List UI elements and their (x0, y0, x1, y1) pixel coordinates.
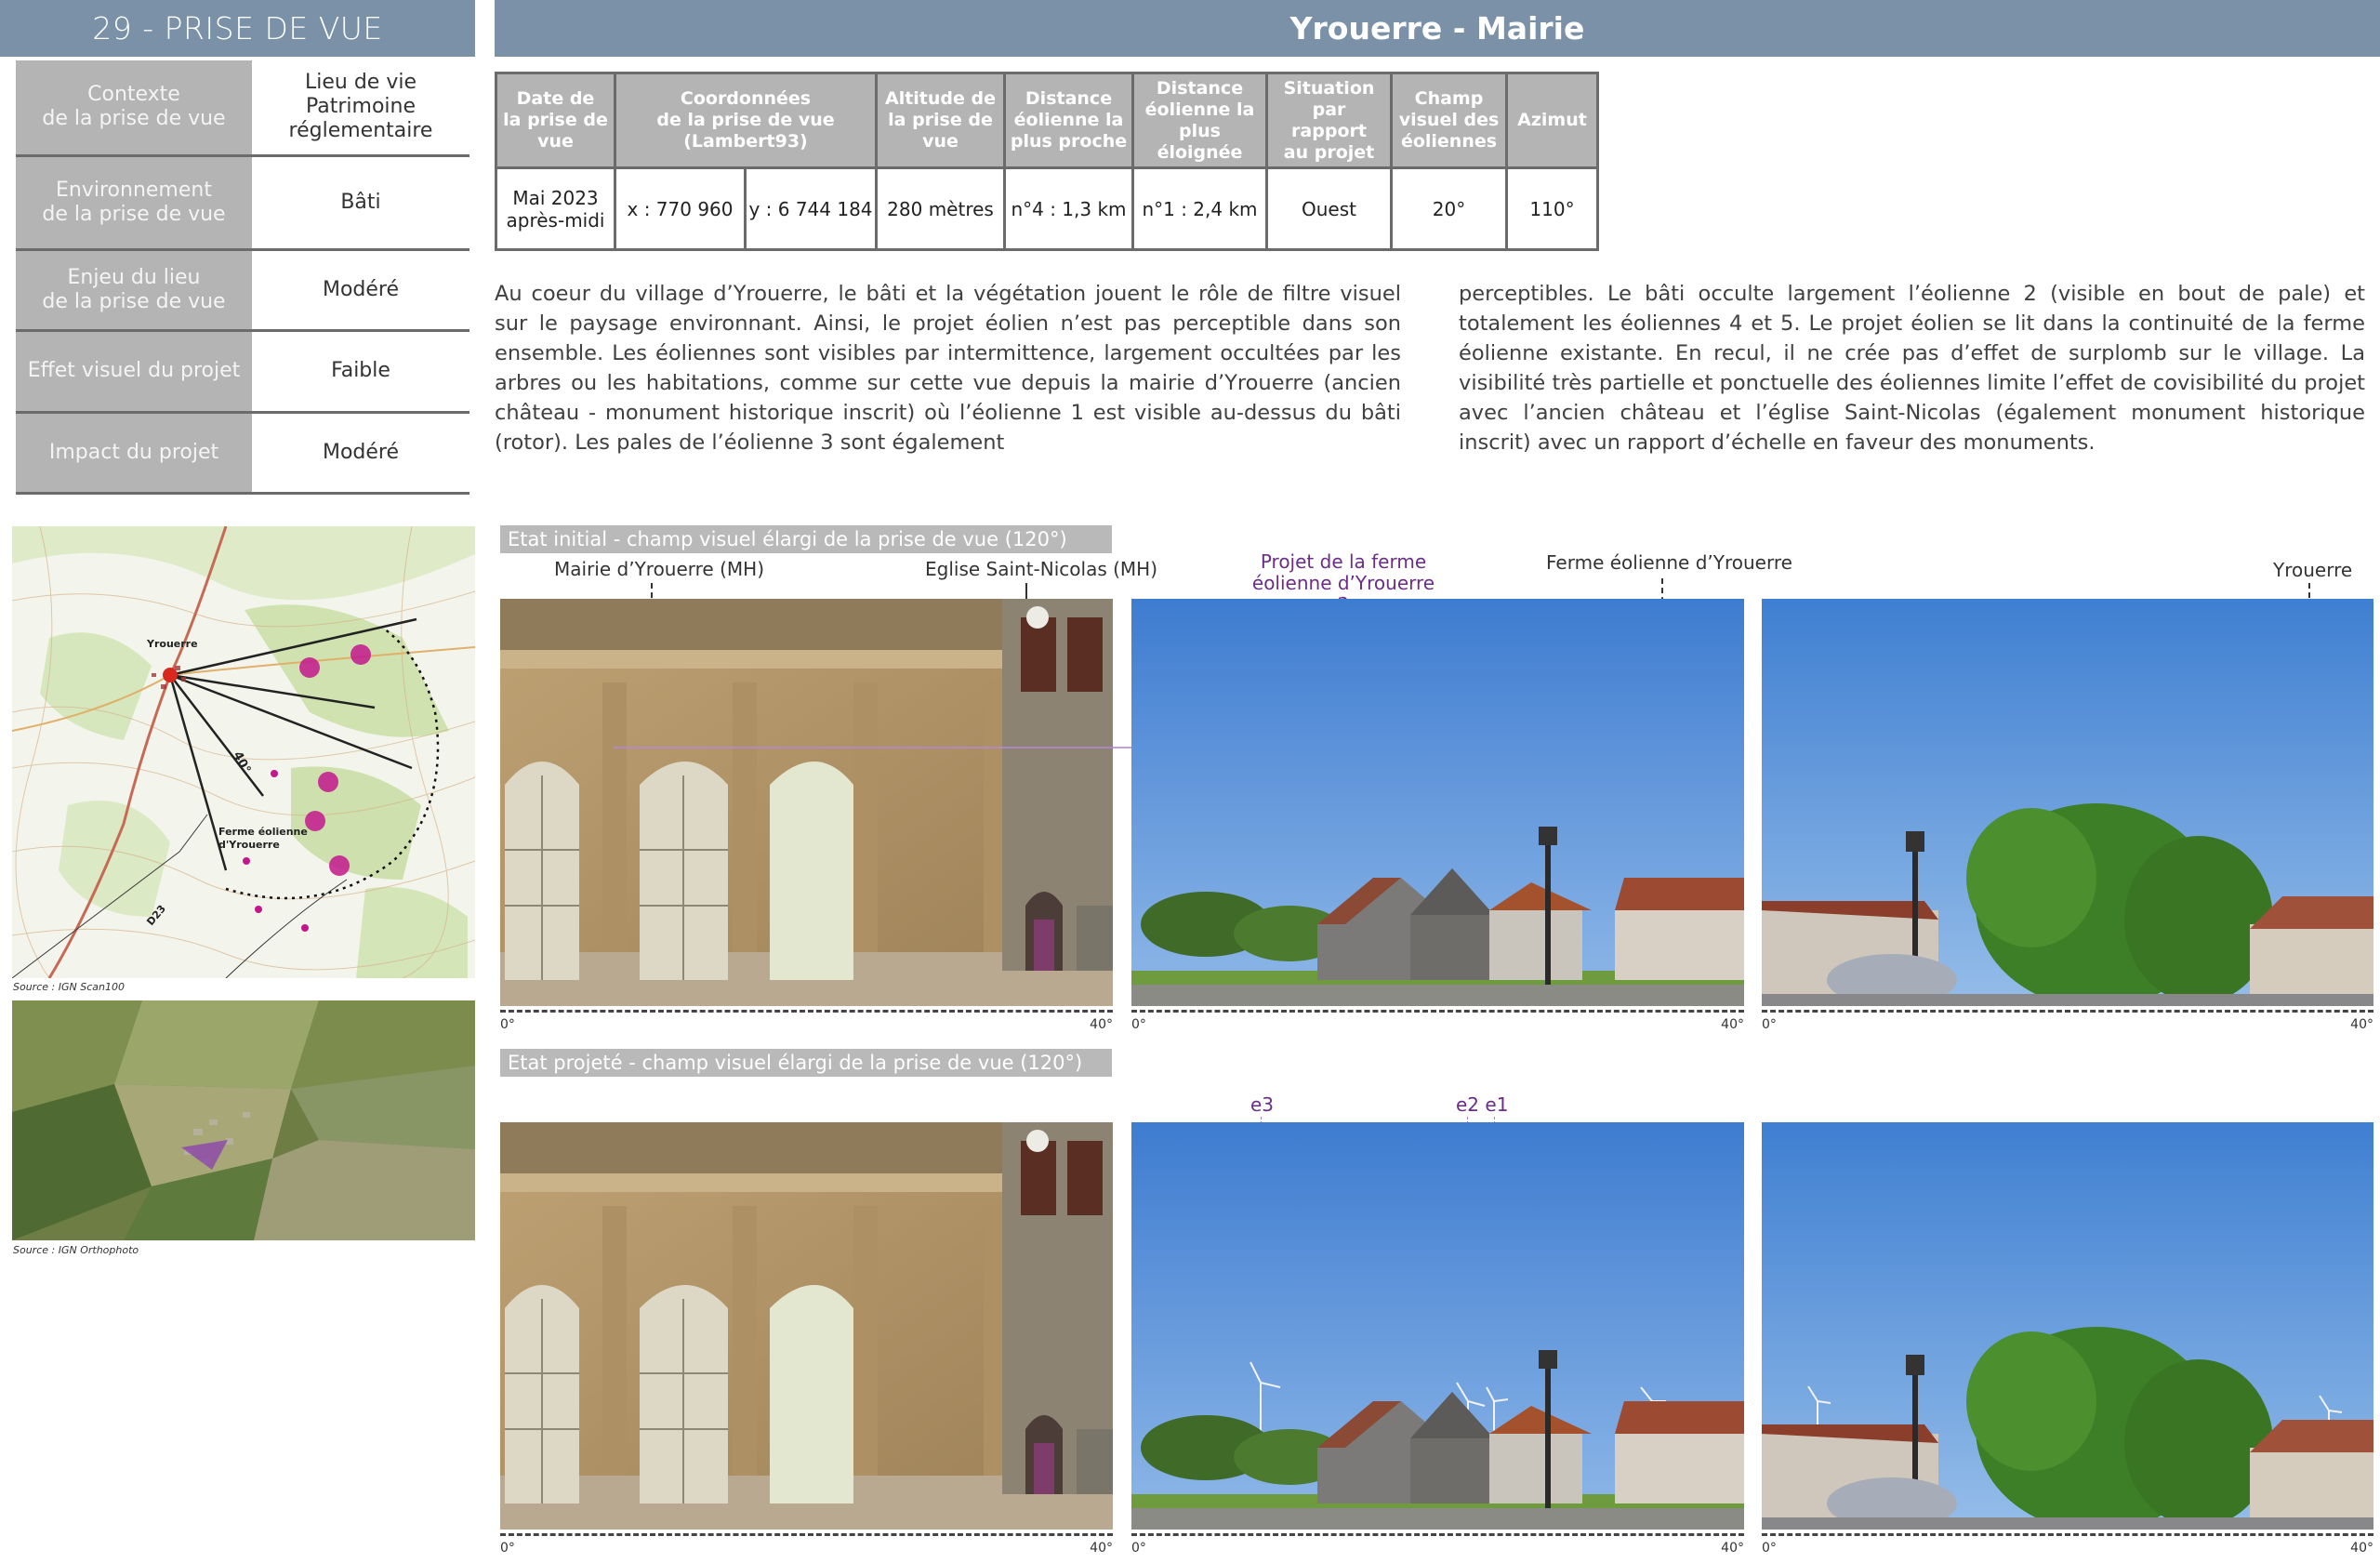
photo-projected-chateau (500, 1122, 1113, 1530)
angle-scale-2: 0° 40° (1131, 1008, 1744, 1032)
angle-scale-6: 0° 40° (1762, 1531, 2373, 1556)
landmark-ferme: Ferme éolienne d’Yrouerre (1546, 551, 1792, 574)
value-azimuth: 110° (1505, 166, 1599, 251)
photo-initial-trees (1762, 599, 2373, 1006)
value-distance-far: n°1 : 2,4 km (1131, 166, 1268, 251)
header-azimuth: Azimut (1505, 72, 1599, 169)
projected-state-label: Etat projeté - champ visuel élargi de la… (500, 1049, 1112, 1077)
header-field: Champ visuel des éoliennes (1390, 72, 1508, 169)
topographic-map: Yrouerre Ferme éolienne d'Yrouerre 40° D2… (12, 526, 475, 978)
description-left-column: Au coeur du village d’Yrouerre, le bâti … (495, 282, 1401, 455)
map-label-village: Yrouerre (146, 638, 198, 650)
turbine-label-e3: e3 (1250, 1093, 1275, 1116)
photo-projected-village (1131, 1122, 1744, 1530)
landmark-eglise-tick (1025, 583, 1027, 600)
info-label-context: Contexte de la prise de vue (16, 60, 252, 157)
landmark-eglise: Eglise Saint-Nicolas (MH) (925, 558, 1158, 580)
photo-initial-chateau (500, 599, 1113, 1006)
info-value-environment: Bâti (252, 155, 469, 251)
info-label-impact: Impact du projet (16, 412, 252, 495)
info-value-stake: Modéré (252, 249, 469, 332)
landmark-mairie: Mairie d’Yrouerre (MH) (554, 558, 764, 580)
initial-state-label: Etat initial - champ visuel élargi de la… (500, 525, 1112, 553)
header-distance-near: Distance éolienne la plus proche (1003, 72, 1134, 169)
orthophoto-map (12, 1000, 475, 1240)
value-distance-near: n°4 : 1,3 km (1003, 166, 1134, 251)
topo-map-source: Source : IGN Scan100 (13, 981, 125, 993)
photo-projected-trees (1762, 1122, 2373, 1530)
header-coordinates: Coordonnées de la prise de vue (Lambert9… (614, 72, 878, 169)
landmark-yrouerre: Yrouerre (2273, 559, 2353, 581)
value-date: Mai 2023 après-midi (495, 166, 616, 251)
angle-scale-5: 0° 40° (1131, 1531, 1744, 1556)
turbine-label-e2-e1: e2 e1 (1456, 1093, 1509, 1116)
description-right-column: perceptibles. Le bâti occulte largement … (1459, 282, 2365, 455)
header-date: Date de la prise de vue (495, 72, 616, 169)
value-situation: Ouest (1265, 166, 1393, 251)
info-value-impact: Modéré (252, 412, 469, 495)
value-coord-x: x : 770 960 (614, 166, 747, 251)
info-label-environment: Environnement de la prise de vue (16, 155, 252, 251)
viewpoint-title: Yrouerre - Mairie (495, 0, 2380, 57)
value-coord-y: y : 6 744 184 (744, 166, 878, 251)
info-value-context: Lieu de vie Patrimoine réglementaire (252, 60, 469, 157)
header-situation: Situation par rapport au projet (1265, 72, 1393, 169)
header-distance-far: Distance éolienne la plus éloignée (1131, 72, 1268, 169)
photo-initial-village (1131, 599, 1744, 1006)
value-field: 20° (1390, 166, 1508, 251)
value-altitude: 280 mètres (875, 166, 1006, 251)
shooting-data-table: Date de la prise de vue Coordonnées de l… (495, 72, 1599, 251)
sheet-number-title: 29 - PRISE DE VUE (0, 0, 475, 57)
info-label-visual-effect: Effet visuel du projet (16, 330, 252, 414)
angle-scale-3: 0° 40° (1762, 1008, 2373, 1032)
angle-scale-1: 0° 40° (500, 1008, 1113, 1032)
viewpoint-info-table: Contexte de la prise de vue Lieu de vie … (16, 60, 469, 495)
header-altitude: Altitude de la prise de vue (875, 72, 1006, 169)
angle-scale-4: 0° 40° (500, 1531, 1113, 1556)
info-value-visual-effect: Faible (252, 330, 469, 414)
ortho-map-source: Source : IGN Orthophoto (13, 1244, 139, 1256)
info-label-stake: Enjeu du lieu de la prise de vue (16, 249, 252, 332)
